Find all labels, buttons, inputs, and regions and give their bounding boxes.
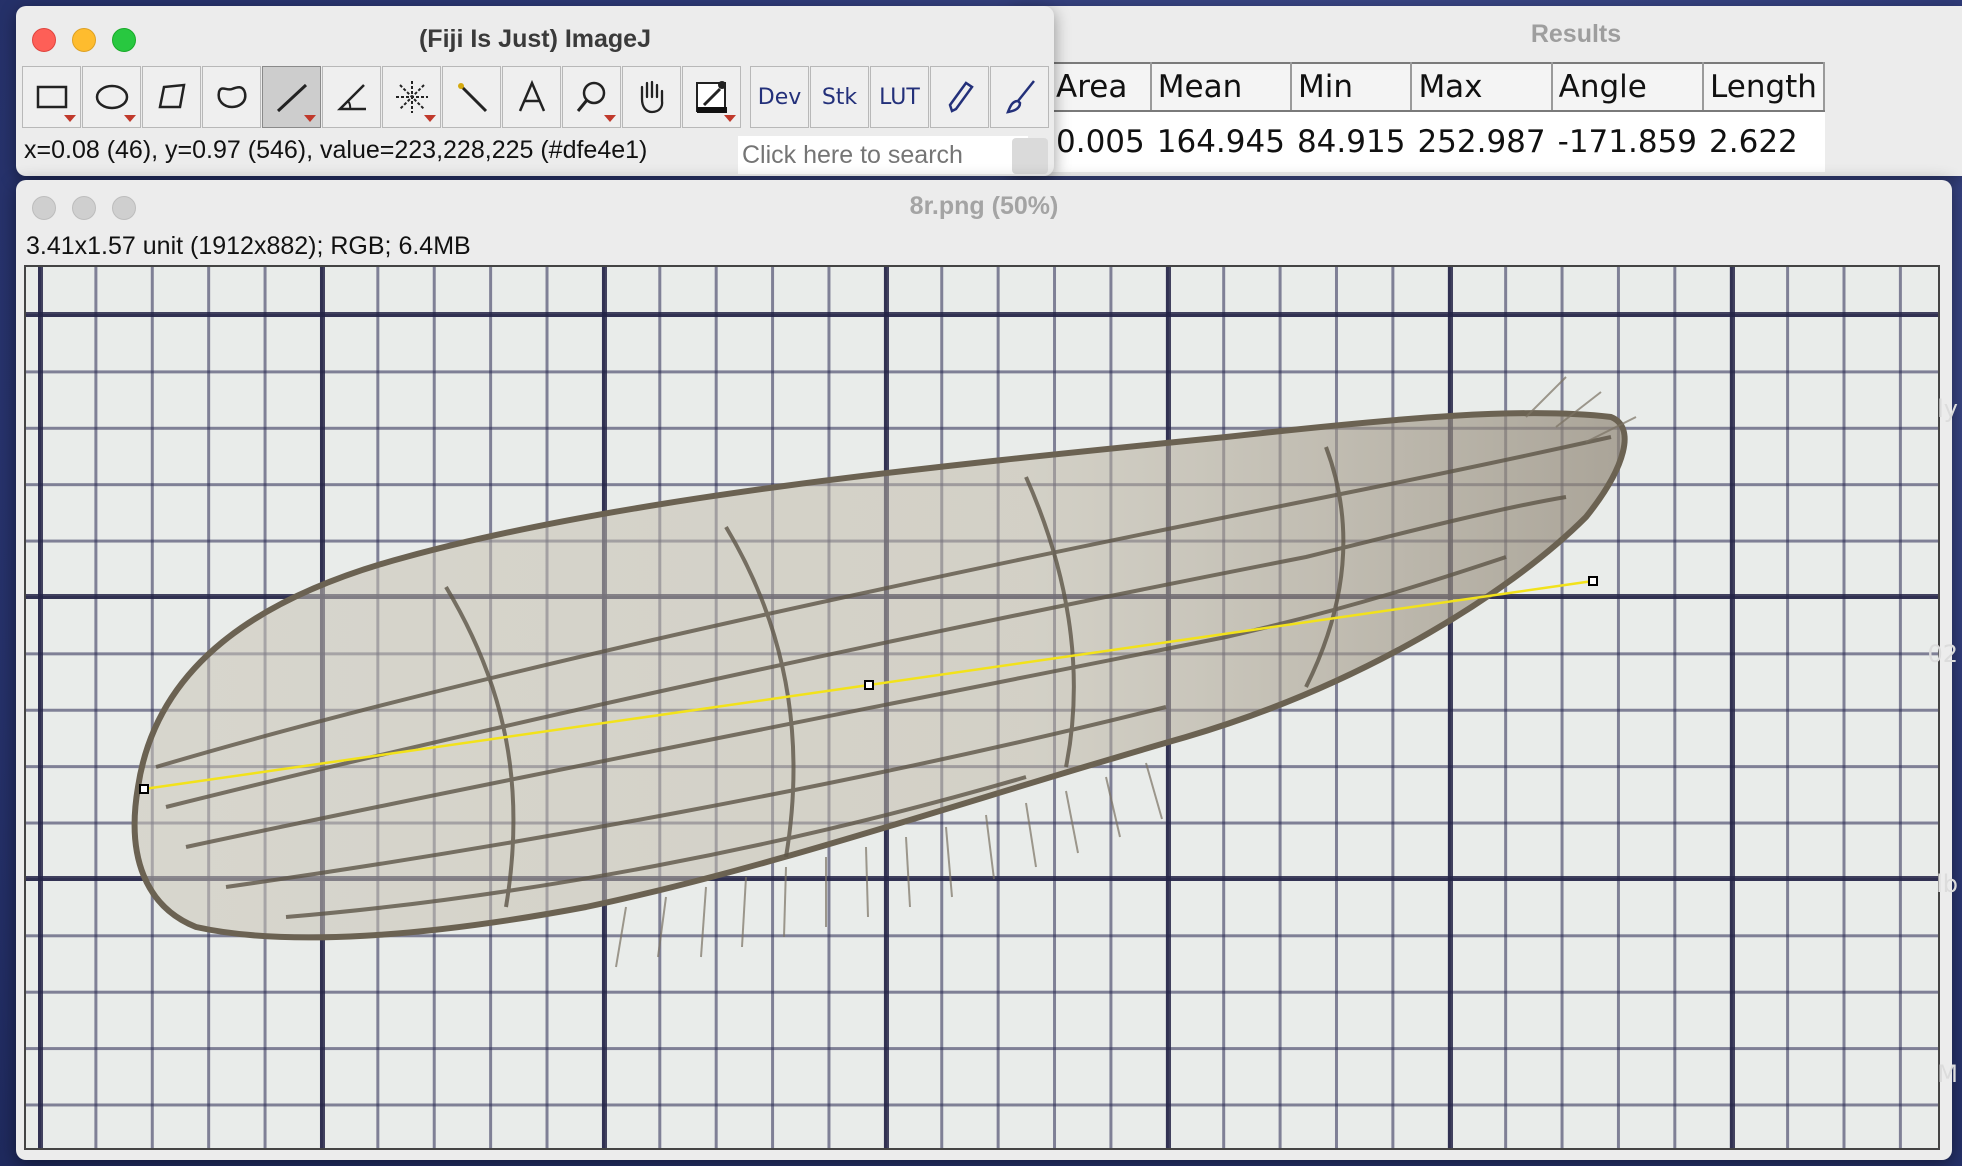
close-button[interactable] (32, 28, 56, 52)
search-input[interactable] (738, 136, 1028, 174)
table-row[interactable]: 0.005 164.945 84.915 252.987 -171.859 2.… (1050, 111, 1824, 172)
selection-handle-mid[interactable] (864, 680, 874, 690)
edge-text: 02 (1927, 640, 1958, 668)
toolbar: Dev Stk LUT (22, 66, 1050, 128)
cell-min: 84.915 (1290, 111, 1412, 172)
results-window-title: Results (1530, 20, 1622, 48)
column-header-mean[interactable]: Mean (1150, 62, 1292, 112)
stk-tool[interactable]: Stk (810, 66, 869, 128)
point-tool[interactable] (382, 66, 441, 128)
wand-tool[interactable] (442, 66, 501, 128)
status-bar: x=0.08 (46), y=0.97 (546), value=223,228… (24, 136, 648, 164)
image-overlay (131, 376, 1637, 968)
cell-mean: 164.945 (1150, 111, 1291, 172)
edge-text: M (1937, 1060, 1958, 1088)
column-header-area[interactable]: Area (1050, 62, 1152, 112)
cell-length: 2.622 (1703, 111, 1824, 172)
main-window-title: (Fiji Is Just) ImageJ (418, 25, 651, 53)
column-header-max[interactable]: Max (1411, 62, 1553, 112)
color-picker-tool[interactable] (682, 66, 741, 128)
insect-wing (131, 410, 1628, 941)
pencil-icon (948, 81, 974, 113)
angle-icon (336, 84, 366, 111)
minimize-button[interactable] (72, 28, 96, 52)
zoom-button[interactable] (112, 28, 136, 52)
oval-tool[interactable] (82, 66, 141, 128)
hand-tool[interactable] (622, 66, 681, 128)
eyedropper-icon (695, 81, 727, 113)
edge-text: ly (1937, 395, 1958, 423)
image-window[interactable]: 8r.png (50%) 3.41x1.57 unit (1912x882); … (16, 180, 1958, 1160)
selection-handle-start[interactable] (139, 784, 149, 794)
edge-text: lb (1936, 870, 1958, 898)
image-minimize-button[interactable] (72, 196, 96, 220)
image-info: 3.41x1.57 unit (1912x882); RGB; 6.4MB (26, 232, 471, 260)
magnifier-icon (576, 81, 605, 112)
brush-icon (1005, 80, 1035, 114)
text-tool[interactable] (502, 66, 561, 128)
column-header-angle[interactable]: Angle (1551, 62, 1705, 112)
brush-tool[interactable] (990, 66, 1049, 128)
freehand-tool[interactable] (202, 66, 261, 128)
cell-area: 0.005 (1050, 111, 1151, 172)
polygon-icon (157, 83, 186, 109)
results-window[interactable]: Results Area Mean Min Max Angle Length 0… (1010, 6, 1962, 176)
freehand-icon (216, 86, 247, 109)
image-window-controls (32, 196, 136, 220)
polygon-tool[interactable] (142, 66, 201, 128)
angle-tool[interactable] (322, 66, 381, 128)
line-tool[interactable] (262, 66, 321, 128)
search-options-button[interactable] (1012, 138, 1048, 174)
line-icon (276, 83, 307, 113)
column-header-min[interactable]: Min (1290, 62, 1413, 112)
column-header-length[interactable]: Length (1703, 62, 1825, 112)
image-canvas[interactable] (24, 265, 1940, 1150)
image-window-title: 8r.png (50%) (909, 192, 1059, 220)
magnifier-tool[interactable] (562, 66, 621, 128)
oval-icon (95, 84, 128, 110)
rectangle-tool[interactable] (22, 66, 81, 128)
pencil-tool[interactable] (930, 66, 989, 128)
cell-max: 252.987 (1411, 111, 1552, 172)
wand-icon (457, 83, 487, 113)
rectangle-icon (36, 85, 67, 109)
behind-window-edge: ly 02 lb M (1927, 180, 1958, 1160)
text-icon (518, 79, 545, 112)
hand-icon (640, 80, 663, 114)
cell-angle: -171.859 (1551, 111, 1704, 172)
imagej-main-window[interactable]: (Fiji Is Just) ImageJ Dev Stk LUT x=0.08… (16, 6, 1054, 176)
results-header-row: Area Mean Min Max Angle Length (1050, 62, 1825, 112)
selection-handle-end[interactable] (1588, 576, 1598, 586)
image-zoom-button[interactable] (112, 196, 136, 220)
crosshair-icon (395, 81, 428, 113)
image-close-button[interactable] (32, 196, 56, 220)
window-controls (32, 28, 136, 52)
results-table[interactable]: Area Mean Min Max Angle Length 0.005 164… (1050, 62, 1825, 172)
dev-tool[interactable]: Dev (750, 66, 809, 128)
lut-tool[interactable]: LUT (870, 66, 929, 128)
